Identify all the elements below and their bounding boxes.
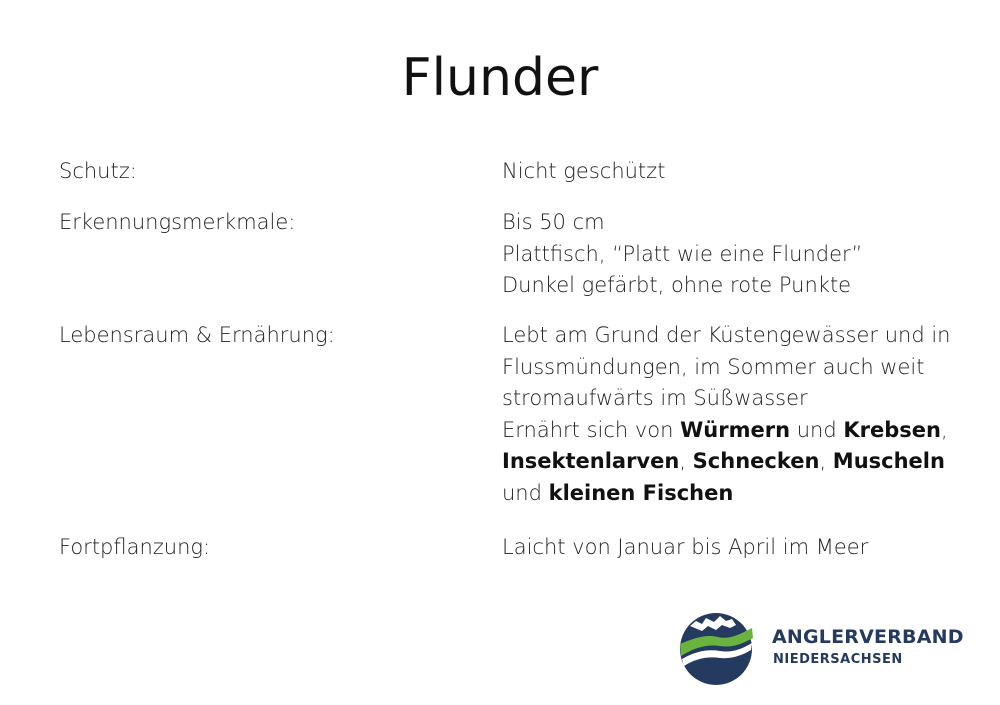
highlight-term: Würmern xyxy=(680,417,791,442)
row-label: Erkennungsmerkmale: xyxy=(59,210,296,234)
highlight-term: Insektenlarven xyxy=(502,449,680,473)
row-label: Fortpflanzung: xyxy=(59,535,211,559)
logo-subtitle: NIEDERSACHSEN xyxy=(773,652,903,667)
value-text: stromaufwärts im Süßwasser xyxy=(502,386,808,410)
value-text: Plattfisch, “Platt wie eine Flunder” xyxy=(502,241,863,266)
value-line: Ernährt sich von Würmern und Krebsen, xyxy=(502,415,972,447)
value-text: Laicht von Januar bis April im Meer xyxy=(502,535,869,559)
value-line: stromaufwärts im Süßwasser xyxy=(502,383,972,415)
page-title: Flunder xyxy=(401,48,599,108)
value-text: und xyxy=(502,480,549,505)
highlight-term: kleinen Fischen xyxy=(548,480,734,505)
row-label: Schutz: xyxy=(59,159,137,183)
highlight-term: Schnecken xyxy=(692,449,820,473)
value-text: Ernährt sich von xyxy=(502,417,681,442)
row-value: Nicht geschützt xyxy=(502,156,972,188)
value-line: Bis 50 cm xyxy=(502,207,972,239)
value-text: Bis 50 cm xyxy=(502,210,605,234)
value-line: Lebt am Grund der Küstengewässer und in xyxy=(502,320,972,352)
anglerverband-logo: ANGLERVERBAND NIEDERSACHSEN xyxy=(676,604,966,690)
value-text: , xyxy=(679,449,693,473)
value-text: , xyxy=(819,449,833,473)
value-text: Dunkel gefärbt, ohne rote Punkte xyxy=(502,273,852,297)
row-value: Laicht von Januar bis April im Meer xyxy=(502,532,972,564)
logo-title: ANGLERVERBAND xyxy=(772,626,964,648)
value-line: und kleinen Fischen xyxy=(502,478,972,510)
value-line: Nicht geschützt xyxy=(502,156,972,188)
value-line: Dunkel gefärbt, ohne rote Punkte xyxy=(502,270,972,302)
value-line: Flussmündungen, im Sommer auch weit xyxy=(502,352,972,384)
row-value: Bis 50 cm Plattfisch, “Platt wie eine Flu… xyxy=(502,207,972,302)
highlight-term: Muscheln xyxy=(832,449,945,473)
value-line: Plattfisch, “Platt wie eine Flunder” xyxy=(502,239,972,271)
highlight-term: Krebsen xyxy=(843,417,941,442)
row-value: Lebt am Grund der Küstengewässer und in F… xyxy=(502,320,972,509)
value-line: Laicht von Januar bis April im Meer xyxy=(502,532,972,564)
value-line: Insektenlarven, Schnecken, Muscheln xyxy=(502,446,972,478)
value-text: Nicht geschützt xyxy=(502,159,666,183)
row-label: Lebensraum & Ernährung: xyxy=(59,323,335,347)
logo-emblem-icon xyxy=(680,613,753,685)
value-text: und xyxy=(790,417,844,442)
value-text: Flussmündungen, im Sommer auch weit xyxy=(502,354,925,379)
value-text: , xyxy=(940,417,948,442)
value-text: Lebt am Grund der Küstengewässer und in xyxy=(502,323,951,347)
